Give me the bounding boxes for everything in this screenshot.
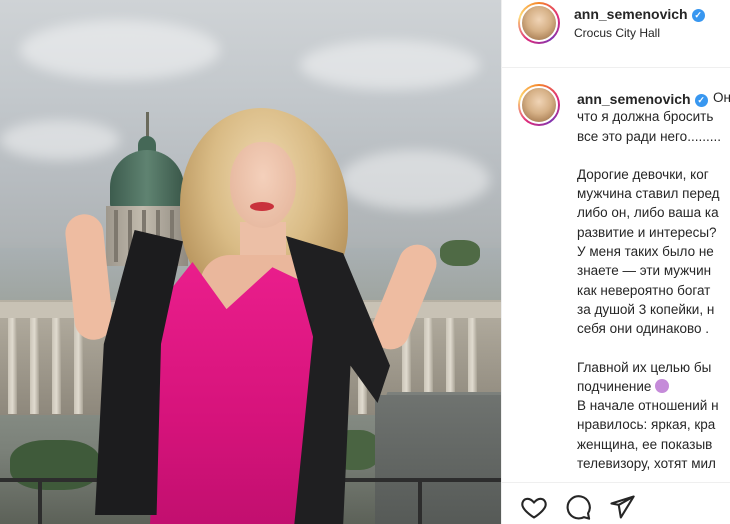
- cathedral-spire: [146, 112, 149, 138]
- caption-text: Он что я должна бросить все это ради нег…: [577, 88, 730, 480]
- like-button[interactable]: [520, 493, 548, 521]
- caption-line: себя они одинаково .: [577, 321, 710, 337]
- caption-line: либо он, либо ваша ка: [577, 205, 719, 221]
- caption-line: Дорогие девочки, ког: [577, 166, 709, 182]
- caption-line: В начале отношений н: [577, 398, 719, 414]
- woman-lips: [250, 202, 274, 211]
- cloud: [340, 150, 490, 210]
- location-link[interactable]: Crocus City Hall: [574, 26, 660, 40]
- heart-icon: [521, 497, 547, 519]
- tree: [440, 240, 480, 266]
- comment-bubble-icon: [566, 495, 591, 520]
- caption-line: У меня таких было не: [577, 244, 714, 260]
- tree: [10, 440, 100, 490]
- post-side-panel: ann_semenovich ✓ Crocus City Hall ann_sem…: [501, 0, 730, 524]
- woman-gesturing-emoji-icon: [655, 378, 670, 393]
- caption-line: телевизору, хотят мил: [577, 456, 716, 472]
- caption-line: что я должна бросить: [577, 109, 714, 125]
- header-username-text: ann_semenovich: [574, 6, 688, 22]
- caption-line: Он: [713, 90, 730, 105]
- avatar[interactable]: [518, 2, 560, 44]
- cloud: [300, 40, 480, 90]
- action-bar: [502, 482, 730, 524]
- caption-line: нравилось: яркая, кра: [577, 417, 716, 433]
- caption-line: развитие и интересы?: [577, 224, 717, 240]
- caption-line: все это ради него.........: [577, 128, 721, 144]
- paper-plane-icon: [610, 495, 635, 519]
- cloud: [20, 20, 220, 80]
- caption-line: Главной их целью бы: [577, 359, 712, 375]
- caption-line: подчинение: [577, 377, 730, 396]
- caption-line: женщина, ее показыв: [577, 436, 713, 452]
- woman-face: [230, 142, 296, 228]
- verified-badge-icon: ✓: [691, 9, 705, 22]
- rooftop-block: [375, 395, 501, 524]
- caption-line: мужчина ставил перед: [577, 186, 720, 202]
- caption-line: за душой 3 копейки, н: [577, 301, 715, 317]
- post-header: ann_semenovich ✓ Crocus City Hall: [502, 0, 730, 68]
- cloud: [0, 120, 120, 160]
- comment-button[interactable]: [564, 493, 592, 521]
- header-username[interactable]: ann_semenovich ✓: [574, 6, 705, 22]
- cathedral-dome: [110, 150, 184, 210]
- caption-line: знаете — эти мужчин: [577, 263, 712, 279]
- share-button[interactable]: [608, 493, 636, 521]
- caption-line: как невероятно богат: [577, 282, 711, 298]
- post-photo[interactable]: [0, 0, 501, 524]
- caption-avatar[interactable]: [518, 84, 560, 126]
